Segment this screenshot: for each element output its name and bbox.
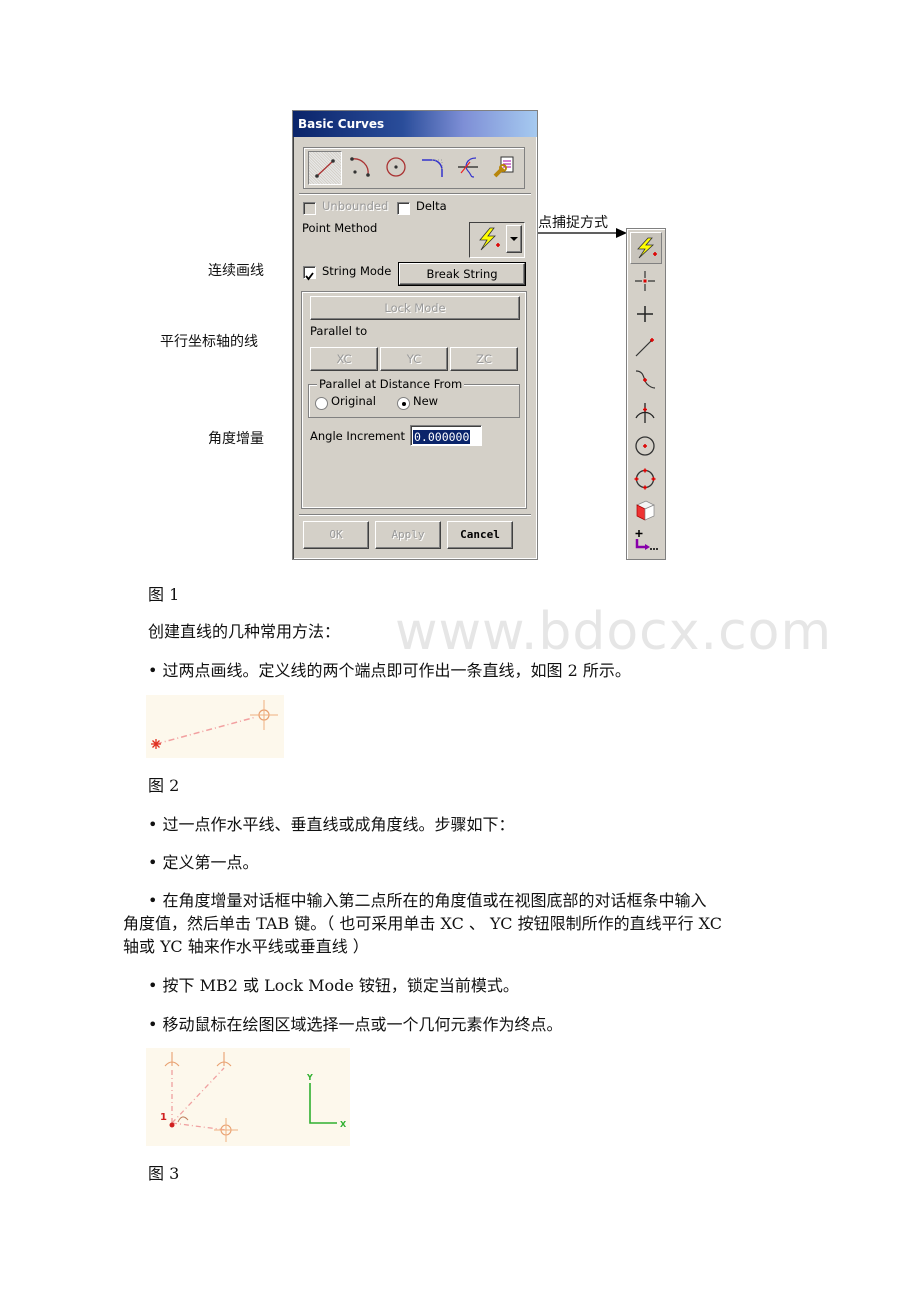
snap-inferred-point-button[interactable] <box>630 232 662 264</box>
circle-tool-button[interactable] <box>380 151 412 183</box>
intersection-point-icon <box>635 403 655 423</box>
apply-button[interactable]: Apply <box>375 521 441 549</box>
figure-3-image: 1 Y X <box>146 1048 350 1146</box>
figure-1-caption: 图 1 <box>148 585 180 604</box>
point-method-selector[interactable] <box>469 222 525 258</box>
bullet-angle-input-line3: 轴或 YC 轴来作水平线或垂直线 ） <box>123 937 369 956</box>
quadrant-point-icon <box>634 468 656 490</box>
line-icon <box>315 159 335 178</box>
angle-increment-value: 0.000000 <box>413 430 471 444</box>
bullet-define-first-point: • 定义第一点。 <box>148 853 259 872</box>
trim-icon <box>458 157 478 178</box>
figure-3-caption: 图 3 <box>148 1164 180 1183</box>
annotation-parallel-axis: 平行坐标轴的线 <box>160 334 258 350</box>
angle-increment-label: Angle Increment <box>310 429 406 443</box>
snap-point-toolbar <box>626 228 666 560</box>
original-radio[interactable] <box>315 397 328 410</box>
inferred-point-icon <box>637 237 657 259</box>
snap-arc-center-button[interactable] <box>630 431 660 461</box>
ok-button[interactable]: OK <box>303 521 369 549</box>
point-on-face-icon <box>636 500 655 521</box>
trim-tool-button[interactable] <box>452 151 484 183</box>
line-tool-button[interactable] <box>308 151 342 185</box>
delta-checkbox[interactable] <box>397 202 410 215</box>
curve-type-toolbar <box>303 147 525 189</box>
dialog-title: Basic Curves <box>293 111 537 137</box>
string-mode-checkbox[interactable] <box>303 266 316 281</box>
inferred-point-icon <box>479 227 500 251</box>
new-radio[interactable] <box>397 397 410 410</box>
zc-button[interactable]: ZC <box>450 347 518 371</box>
unbounded-checkbox[interactable] <box>303 202 316 215</box>
figure-2-caption: 图 2 <box>148 776 180 795</box>
watermark: www.bdocx.com <box>395 602 833 662</box>
break-string-button[interactable]: Break String <box>398 262 526 286</box>
snap-existing-point-button[interactable] <box>630 299 660 329</box>
delta-label: Delta <box>416 199 447 213</box>
lock-mode-button[interactable]: Lock Mode <box>310 296 520 320</box>
bullet-horizontal-vertical: • 过一点作水平线、垂直线或成角度线。步骤如下： <box>148 815 515 834</box>
angle-line-illustration: 1 Y X <box>160 1052 347 1142</box>
snap-quadrant-point-button[interactable] <box>630 464 660 494</box>
figure-3-x-axis-label: X <box>340 1120 347 1129</box>
circle-icon <box>386 157 406 177</box>
figure-3-point-label: 1 <box>160 1112 167 1123</box>
two-point-line-illustration <box>151 700 278 749</box>
checkmark-icon <box>305 272 314 281</box>
snap-intersection-point-button[interactable] <box>630 398 660 428</box>
point-method-label: Point Method <box>302 221 378 235</box>
edit-curve-parameters-button[interactable] <box>488 151 520 183</box>
annotation-angle-increment: 角度增量 <box>208 431 264 447</box>
angle-increment-input[interactable]: 0.000000 <box>410 425 482 446</box>
snap-control-point-button[interactable] <box>630 365 660 395</box>
bullet-angle-input-line2: 角度值，然后单击 TAB 键。（ 也可采用单击 XC 、 YC 按钮限制所作的直… <box>123 914 723 933</box>
unbounded-label: Unbounded <box>322 199 389 213</box>
separator <box>299 514 531 516</box>
bullet-angle-input-line1: • 在角度增量对话框中输入第二点所在的角度值或在视图底部的对话框条中输入 <box>148 891 707 910</box>
string-mode-label: String Mode <box>322 264 392 278</box>
snap-cursor-location-button[interactable] <box>630 266 660 296</box>
bullet-lock-mode: • 按下 MB2 或 Lock Mode 铵钮，锁定当前模式。 <box>148 976 519 995</box>
yc-button[interactable]: YC <box>380 347 448 371</box>
original-radio-label: Original <box>331 394 377 408</box>
bullet-two-points: • 过两点画线。定义线的两个端点即可作出一条直线，如图 2 所示。 <box>148 661 631 680</box>
point-constructor-icon <box>635 530 658 550</box>
snap-point-constructor-button[interactable] <box>630 526 660 556</box>
parallel-distance-group: Parallel at Distance From Original New <box>308 377 520 418</box>
point-method-current[interactable] <box>472 225 504 253</box>
control-point-icon <box>635 370 656 389</box>
edit-curve-parameters-icon <box>493 156 514 178</box>
figure-2-image <box>146 695 284 758</box>
line-options-panel: Lock Mode Parallel to XC YC ZC Parallel … <box>301 291 527 509</box>
xc-button[interactable]: XC <box>310 347 378 371</box>
end-point-icon <box>635 338 654 357</box>
figure-3-y-axis-label: Y <box>306 1073 313 1082</box>
chevron-down-icon <box>510 237 518 241</box>
basic-curves-dialog: Basic Curves Unbounded Delta Point Metho… <box>292 110 538 560</box>
cancel-button[interactable]: Cancel <box>447 521 513 549</box>
fillet-tool-button[interactable] <box>416 151 448 183</box>
arc-tool-button[interactable] <box>344 151 376 183</box>
arc-icon <box>350 157 370 177</box>
fillet-icon <box>422 159 443 177</box>
snap-point-on-face-button[interactable] <box>630 495 660 525</box>
existing-point-icon <box>637 306 653 322</box>
parallel-distance-group-label: Parallel at Distance From <box>317 377 465 391</box>
new-radio-label: New <box>413 394 439 408</box>
point-method-dropdown-button[interactable] <box>506 225 522 253</box>
bullet-select-endpoint: • 移动鼠标在绘图区域选择一点或一个几何元素作为终点。 <box>148 1015 563 1034</box>
separator <box>299 193 531 195</box>
cursor-location-icon <box>635 271 655 291</box>
annotation-string-mode: 连续画线 <box>208 263 264 279</box>
parallel-to-label: Parallel to <box>310 324 368 338</box>
arc-center-icon <box>635 436 655 456</box>
callout-arrow <box>524 228 627 238</box>
snap-end-point-button[interactable] <box>630 332 660 362</box>
intro-text: 创建直线的几种常用方法： <box>148 622 341 641</box>
